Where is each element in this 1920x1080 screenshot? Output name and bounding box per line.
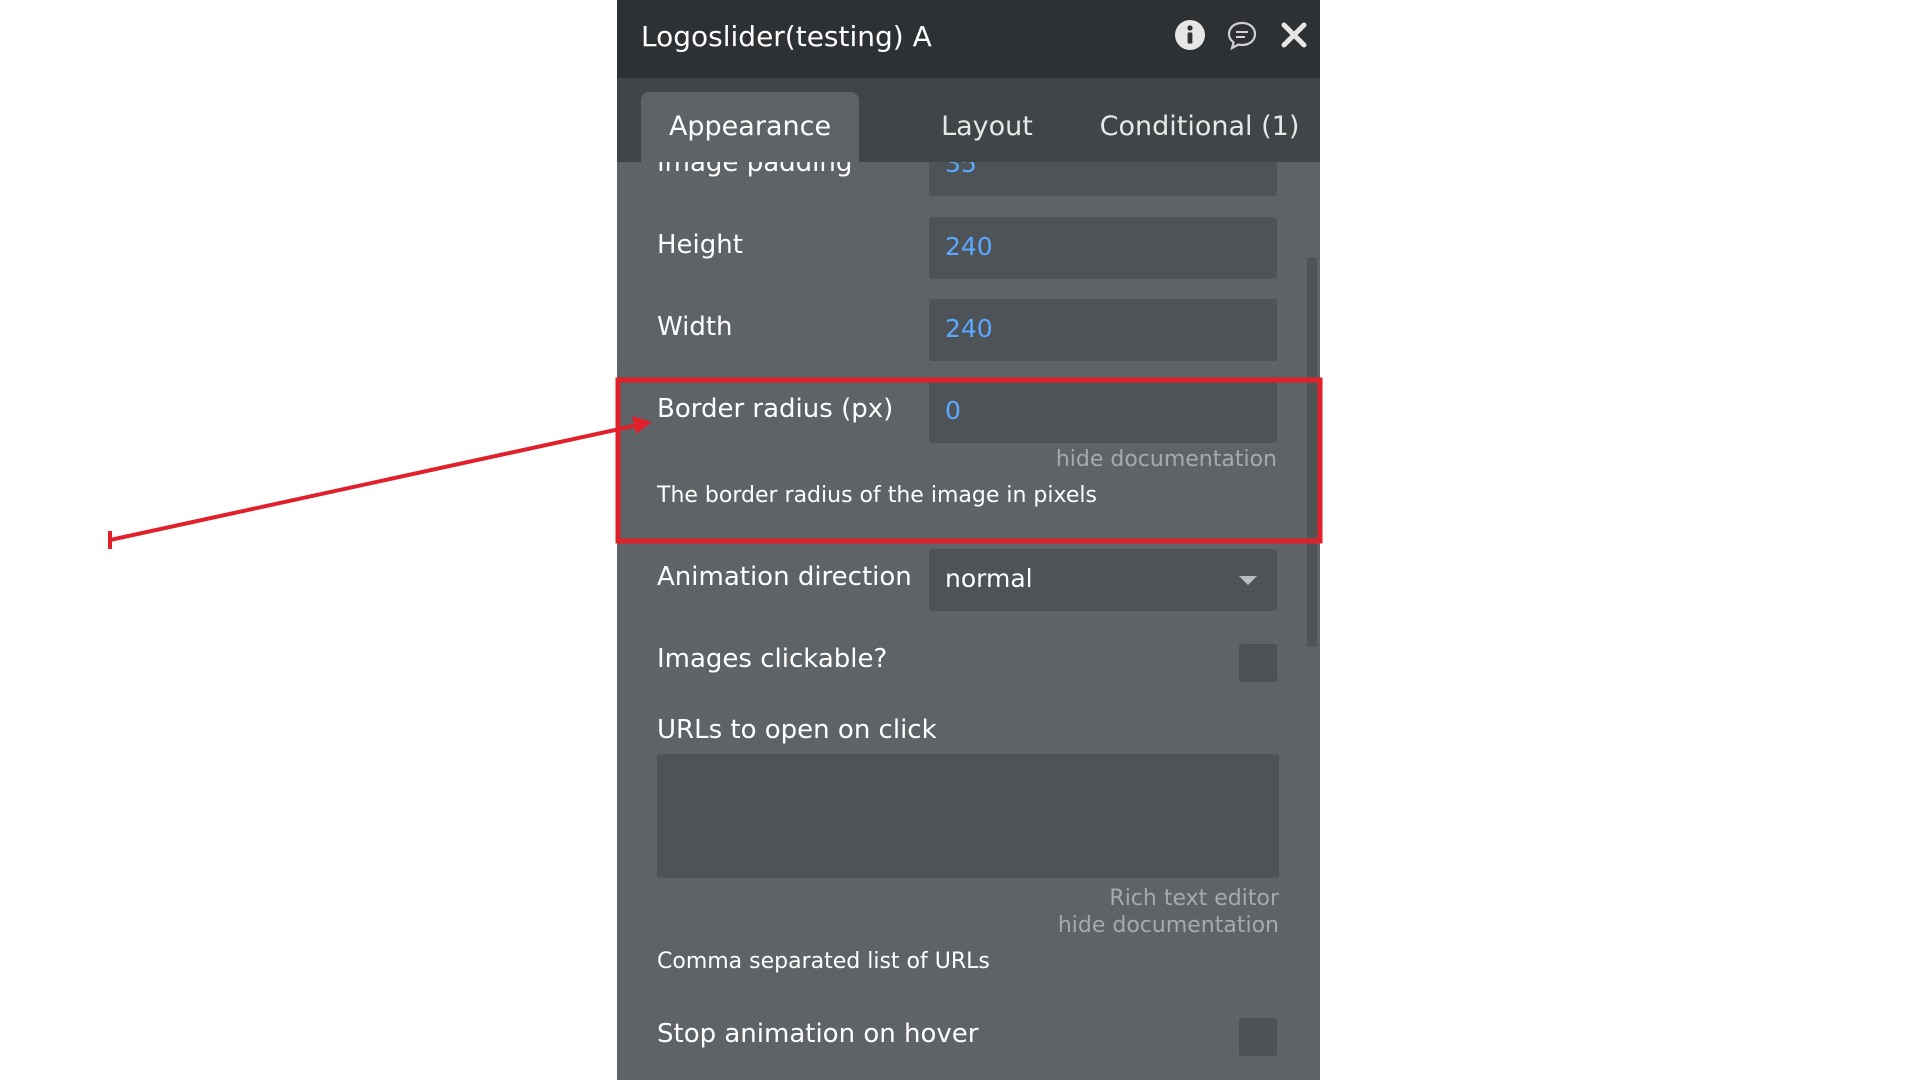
image-padding-value: 35 — [945, 162, 977, 178]
border-radius-hide-documentation-link[interactable]: hide documentation — [1056, 447, 1277, 472]
annotation-arrow — [109, 423, 639, 542]
border-radius-input[interactable]: 0 — [929, 381, 1277, 443]
urls-documentation: Comma separated list of URLs — [657, 949, 990, 974]
panel-titlebar: Logoslider(testing) A — [617, 0, 1320, 78]
property-editor-panel: Logoslider(testing) A Appearance Layout — [617, 0, 1320, 1080]
animation-direction-label: Animation direction — [657, 562, 912, 592]
height-value: 240 — [945, 232, 993, 261]
rich-text-editor-link[interactable]: Rich text editor — [1109, 886, 1279, 911]
tab-conditional[interactable]: Conditional (1) — [1087, 92, 1312, 162]
scrollbar[interactable] — [1307, 257, 1317, 647]
border-radius-documentation: The border radius of the image in pixels — [657, 483, 1097, 508]
width-label: Width — [657, 312, 733, 342]
width-value: 240 — [945, 314, 993, 343]
tab-bar: Appearance Layout Conditional (1) — [617, 78, 1320, 162]
border-radius-label: Border radius (px) — [657, 394, 894, 424]
image-padding-input[interactable]: 35 — [929, 162, 1277, 196]
tab-appearance[interactable]: Appearance — [641, 92, 859, 162]
images-clickable-checkbox[interactable] — [1239, 644, 1277, 682]
chevron-down-icon — [1239, 576, 1257, 585]
urls-label: URLs to open on click — [657, 715, 937, 745]
height-label: Height — [657, 230, 743, 260]
panel-title: Logoslider(testing) A — [641, 20, 932, 53]
images-clickable-label: Images clickable? — [657, 644, 888, 674]
urls-textarea[interactable] — [657, 754, 1279, 878]
animation-direction-select[interactable]: normal — [929, 549, 1277, 611]
info-icon[interactable] — [1173, 18, 1207, 52]
stop-animation-checkbox[interactable] — [1239, 1018, 1277, 1056]
properties-list[interactable]: Image padding 35 Height 240 Width 240 Bo… — [617, 162, 1320, 1080]
tab-layout[interactable]: Layout — [897, 92, 1077, 162]
animation-direction-value: normal — [945, 564, 1033, 593]
height-input[interactable]: 240 — [929, 217, 1277, 279]
close-icon[interactable] — [1277, 18, 1311, 52]
comment-icon[interactable] — [1225, 18, 1259, 52]
width-input[interactable]: 240 — [929, 299, 1277, 361]
image-padding-label: Image padding — [657, 162, 853, 178]
border-radius-value: 0 — [945, 396, 961, 425]
stop-animation-label: Stop animation on hover — [657, 1019, 979, 1049]
urls-hide-documentation-link[interactable]: hide documentation — [1058, 913, 1279, 938]
